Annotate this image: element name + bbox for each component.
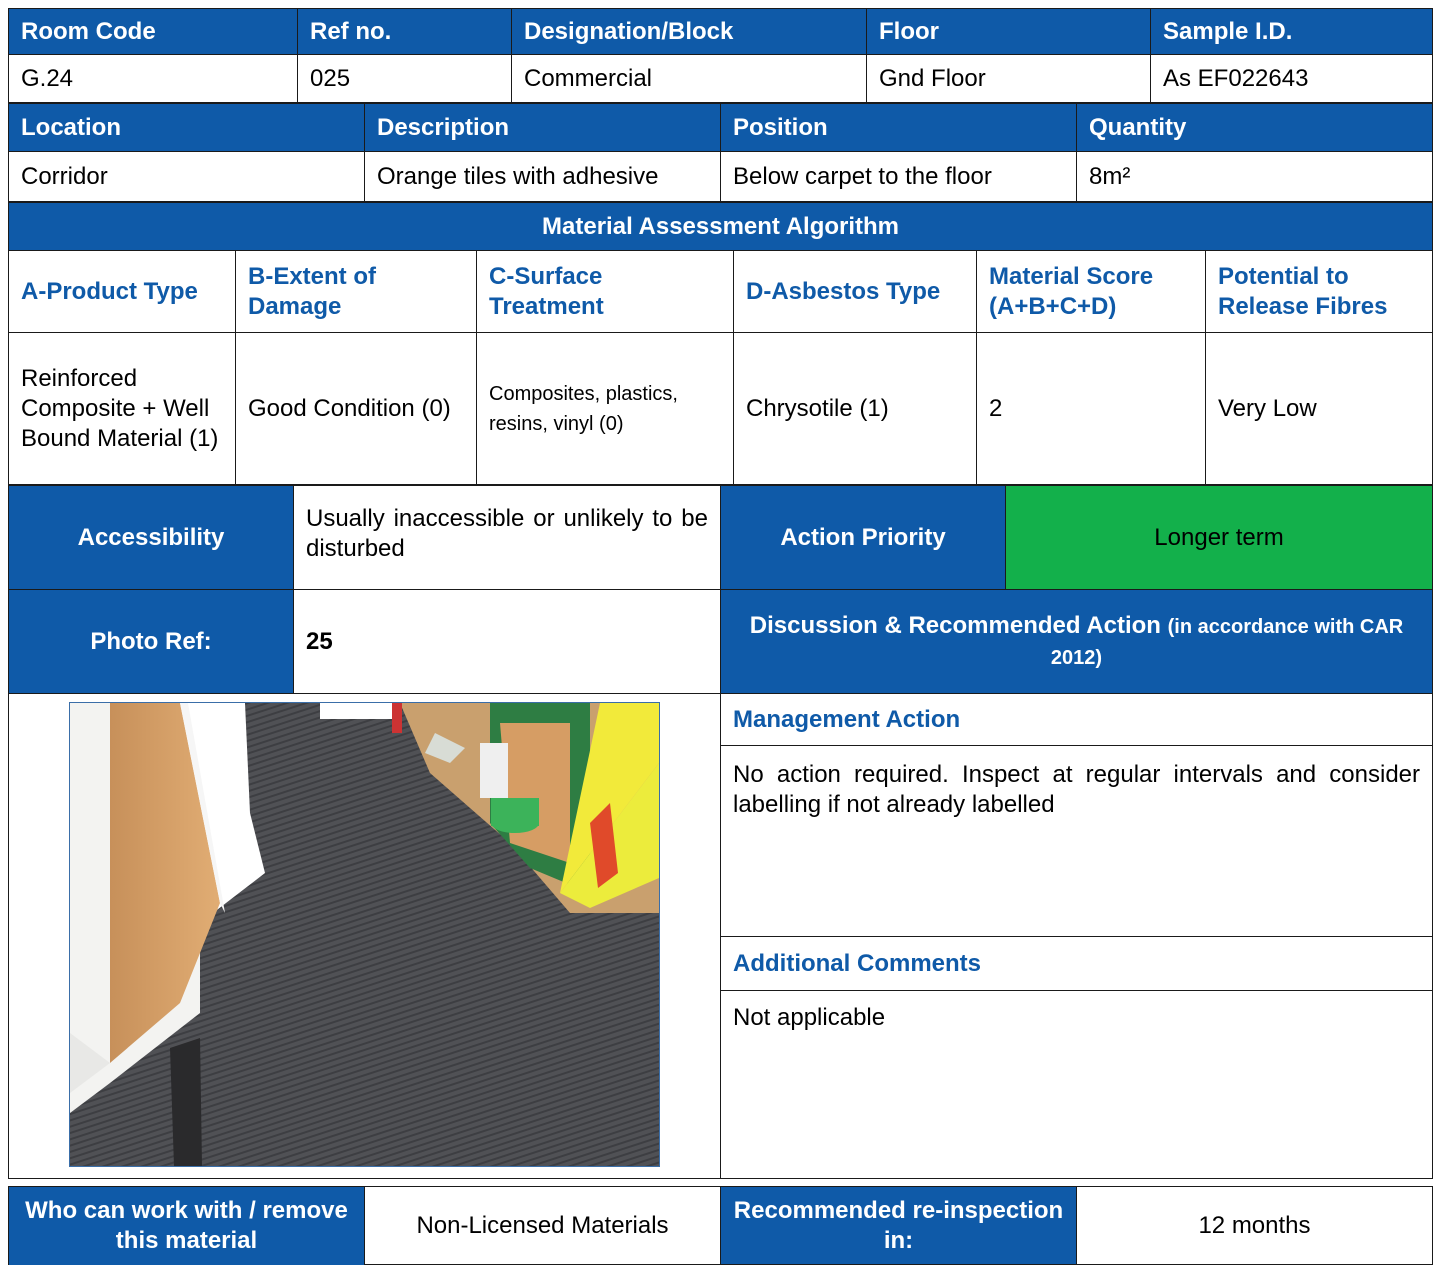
who-can-work-value: Non-Licensed Materials bbox=[364, 1186, 721, 1265]
position-value: Below carpet to the floor bbox=[720, 151, 1077, 202]
accessibility-label: Accessibility bbox=[8, 485, 294, 590]
reinspection-value: 12 months bbox=[1076, 1186, 1433, 1265]
who-can-work-label: Who can work with / remove this material bbox=[8, 1186, 365, 1265]
room-code-value: G.24 bbox=[8, 54, 298, 103]
asbestos-type-header: D-Asbestos Type bbox=[733, 250, 977, 333]
photo-cell bbox=[8, 693, 721, 1179]
action-priority-label: Action Priority bbox=[720, 485, 1006, 590]
designation-value: Commercial bbox=[511, 54, 867, 103]
photo-illustration bbox=[70, 703, 659, 1166]
potential-release-value: Very Low bbox=[1204, 332, 1434, 485]
description-value: Orange tiles with adhesive bbox=[364, 151, 721, 202]
location-header: Location bbox=[8, 103, 365, 152]
quantity-value: 8m² bbox=[1076, 151, 1433, 202]
corridor-carpet-photo bbox=[69, 702, 660, 1167]
extent-damage-value: Good Condition (0) bbox=[235, 332, 477, 485]
material-assessment-table: Material Assessment Algorithm A-Product … bbox=[7, 202, 1434, 485]
description-header: Description bbox=[364, 103, 721, 152]
sample-id-header: Sample I.D. bbox=[1150, 8, 1433, 55]
material-score-header: Material Score (A+B+C+D) bbox=[976, 250, 1206, 333]
additional-comments-text: Not applicable bbox=[720, 990, 1433, 1179]
algorithm-title: Material Assessment Algorithm bbox=[7, 202, 1434, 251]
floor-value: Gnd Floor bbox=[866, 54, 1151, 103]
product-type-header: A-Product Type bbox=[8, 250, 236, 333]
additional-comments-label: Additional Comments bbox=[720, 936, 1433, 991]
accessibility-value: Usually inaccessible or unlikely to be d… bbox=[293, 485, 721, 590]
assessment-detail-table: Accessibility Usually inaccessible or un… bbox=[8, 485, 1433, 1179]
product-type-value: Reinforced Composite + Well Bound Materi… bbox=[8, 332, 236, 485]
extent-damage-header: B-Extent of Damage bbox=[235, 250, 477, 333]
potential-release-header: Potential to Release Fibres bbox=[1204, 250, 1434, 333]
identification-table: Room Code Ref no. Designation/Block Floo… bbox=[8, 8, 1433, 103]
reinspection-label: Recommended re-inspection in: bbox=[720, 1186, 1077, 1265]
action-priority-value: Longer term bbox=[1005, 485, 1433, 590]
management-action-label: Management Action bbox=[720, 693, 1433, 746]
surface-treatment-value: Composites, plastics, resins, vinyl (0) bbox=[476, 332, 734, 485]
designation-header: Designation/Block bbox=[511, 8, 867, 55]
surface-treatment-header: C-Surface Treatment bbox=[476, 250, 734, 333]
material-score-value: 2 bbox=[976, 332, 1206, 485]
location-table: Location Description Position Quantity C… bbox=[8, 103, 1433, 202]
photo-ref-value: 25 bbox=[293, 589, 721, 694]
photo-ref-label: Photo Ref: bbox=[8, 589, 294, 694]
floor-header: Floor bbox=[866, 8, 1151, 55]
position-header: Position bbox=[720, 103, 1077, 152]
footer-table: Who can work with / remove this material… bbox=[8, 1186, 1433, 1265]
ref-no-value: 025 bbox=[297, 54, 512, 103]
discussion-title-main: Discussion & Recommended Action bbox=[749, 611, 1161, 639]
ref-no-header: Ref no. bbox=[297, 8, 512, 55]
location-value: Corridor bbox=[8, 151, 365, 202]
room-code-header: Room Code bbox=[8, 8, 298, 55]
asbestos-type-value: Chrysotile (1) bbox=[733, 332, 977, 485]
discussion-title: Discussion & Recommended Action (in acco… bbox=[720, 589, 1433, 694]
management-action-text: No action required. Inspect at regular i… bbox=[720, 745, 1433, 937]
asbestos-register-sheet: Room Code Ref no. Designation/Block Floo… bbox=[7, 8, 1434, 1265]
quantity-header: Quantity bbox=[1076, 103, 1433, 152]
sample-id-value: As EF022643 bbox=[1150, 54, 1433, 103]
